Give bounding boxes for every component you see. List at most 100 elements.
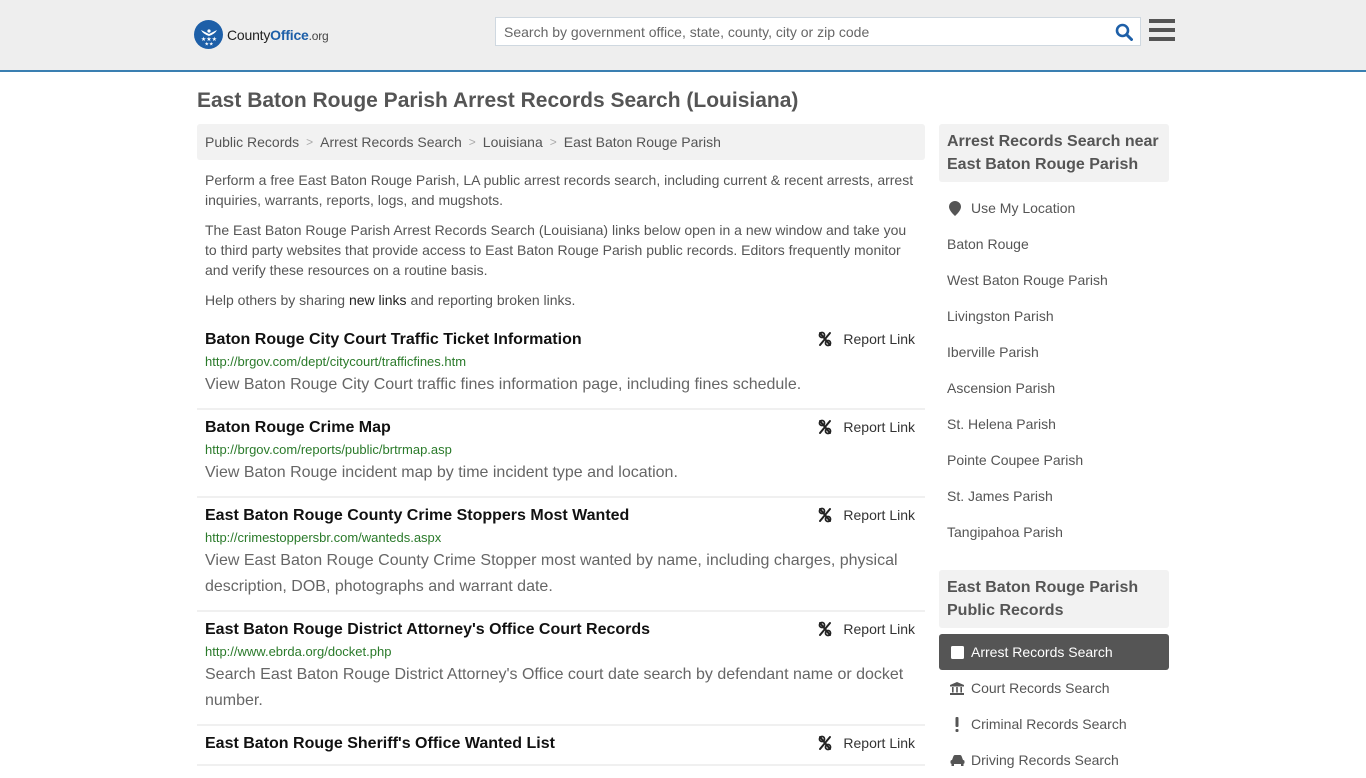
intro-p3-text: Help others by sharing bbox=[205, 292, 349, 308]
report-link-button[interactable]: Report Link bbox=[817, 331, 915, 347]
nearby-link-st-james[interactable]: St. James Parish bbox=[947, 488, 1053, 504]
use-my-location-link[interactable]: Use My Location bbox=[971, 200, 1075, 216]
nearby-item: Ascension Parish bbox=[939, 370, 1169, 406]
result-item: East Baton Rouge Sheriff's Office Wanted… bbox=[197, 726, 925, 766]
arrest-records-link[interactable]: Arrest Records Search bbox=[971, 644, 1113, 660]
court-records-link[interactable]: Court Records Search bbox=[971, 680, 1110, 696]
logo-text-suffix: .org bbox=[308, 28, 329, 43]
breadcrumb-separator-icon: > bbox=[549, 135, 557, 149]
nearby-item: Iberville Parish bbox=[939, 334, 1169, 370]
logo-text-accent: Office bbox=[270, 26, 309, 43]
nearby-list: Use My Location Baton Rouge West Baton R… bbox=[939, 182, 1169, 550]
search-input[interactable] bbox=[496, 18, 1108, 45]
report-link-label: Report Link bbox=[843, 735, 915, 751]
public-record-item-court: Court Records Search bbox=[939, 670, 1169, 706]
result-description: View East Baton Rouge County Crime Stopp… bbox=[205, 552, 898, 595]
hamburger-menu-icon[interactable] bbox=[1149, 19, 1175, 43]
nearby-item: Tangipahoa Parish bbox=[939, 514, 1169, 550]
exclamation-icon bbox=[949, 716, 965, 732]
nearby-link-livingston[interactable]: Livingston Parish bbox=[947, 308, 1054, 324]
nearby-link-west-baton-rouge[interactable]: West Baton Rouge Parish bbox=[947, 272, 1108, 288]
nearby-link-pointe-coupee[interactable]: Pointe Coupee Parish bbox=[947, 452, 1083, 468]
result-title-link[interactable]: Baton Rouge City Court Traffic Ticket In… bbox=[205, 330, 582, 350]
breadcrumb-public-records[interactable]: Public Records bbox=[205, 134, 299, 150]
breadcrumb-east-baton-rouge[interactable]: East Baton Rouge Parish bbox=[564, 134, 721, 150]
broken-link-icon bbox=[819, 331, 832, 347]
report-link-label: Report Link bbox=[843, 621, 915, 637]
intro-p3-text-end: and reporting broken links. bbox=[406, 292, 576, 308]
intro-paragraph-3: Help others by sharing new links and rep… bbox=[205, 290, 917, 310]
logo-text: CountyOffice.org bbox=[227, 27, 329, 43]
site-header: ★★★ ★★ CountyOffice.org bbox=[0, 0, 1366, 72]
breadcrumb-separator-icon: > bbox=[306, 135, 314, 149]
criminal-records-link[interactable]: Criminal Records Search bbox=[971, 716, 1127, 732]
svg-text:★★: ★★ bbox=[204, 41, 213, 46]
nearby-link-iberville[interactable]: Iberville Parish bbox=[947, 344, 1039, 360]
square-icon bbox=[949, 645, 965, 659]
report-link-label: Report Link bbox=[843, 507, 915, 523]
broken-link-icon bbox=[819, 419, 832, 435]
report-link-button[interactable]: Report Link bbox=[817, 621, 915, 637]
driving-records-link[interactable]: Driving Records Search bbox=[971, 752, 1119, 768]
nearby-item: St. Helena Parish bbox=[939, 406, 1169, 442]
eagle-stars-icon: ★★★ ★★ bbox=[194, 20, 223, 49]
search-icon bbox=[1115, 23, 1133, 41]
broken-link-icon bbox=[819, 735, 832, 751]
intro-paragraph-2: The East Baton Rouge Parish Arrest Recor… bbox=[205, 222, 907, 278]
result-url: http://brgov.com/dept/citycourt/trafficf… bbox=[205, 354, 467, 369]
result-url: http://crimestoppersbr.com/wanteds.aspx bbox=[205, 530, 442, 545]
result-title-link[interactable]: East Baton Rouge District Attorney's Off… bbox=[205, 620, 650, 640]
nearby-link-tangipahoa[interactable]: Tangipahoa Parish bbox=[947, 524, 1063, 540]
nearby-link-st-helena[interactable]: St. Helena Parish bbox=[947, 416, 1056, 432]
result-title-link[interactable]: Baton Rouge Crime Map bbox=[205, 418, 391, 438]
nearby-item: Pointe Coupee Parish bbox=[939, 442, 1169, 478]
map-marker-icon bbox=[947, 200, 963, 216]
use-my-location-item: Use My Location bbox=[939, 190, 1169, 226]
car-icon bbox=[949, 754, 965, 766]
broken-link-icon bbox=[819, 621, 832, 637]
search-bar bbox=[495, 17, 1141, 46]
report-link-label: Report Link bbox=[843, 331, 915, 347]
nearby-item: St. James Parish bbox=[939, 478, 1169, 514]
result-url: http://www.ebrda.org/docket.php bbox=[205, 644, 392, 659]
site-logo[interactable]: ★★★ ★★ CountyOffice.org bbox=[194, 20, 329, 49]
nearby-link-ascension[interactable]: Ascension Parish bbox=[947, 380, 1055, 396]
breadcrumb: Public Records > Arrest Records Search >… bbox=[197, 124, 925, 160]
result-item: Baton Rouge City Court Traffic Ticket In… bbox=[197, 322, 925, 410]
result-description: Search East Baton Rouge District Attorne… bbox=[205, 666, 904, 709]
intro-text: Perform a free East Baton Rouge Parish, … bbox=[197, 170, 925, 310]
courthouse-icon bbox=[949, 681, 965, 695]
intro-paragraph-1: Perform a free East Baton Rouge Parish, … bbox=[205, 172, 914, 208]
report-link-button[interactable]: Report Link bbox=[817, 419, 915, 435]
broken-link-icon bbox=[819, 507, 832, 523]
page-title: East Baton Rouge Parish Arrest Records S… bbox=[197, 89, 799, 112]
nearby-link-baton-rouge[interactable]: Baton Rouge bbox=[947, 236, 1029, 252]
report-link-button[interactable]: Report Link bbox=[817, 507, 915, 523]
result-description: View Baton Rouge City Court traffic fine… bbox=[205, 376, 802, 393]
breadcrumb-arrest-records[interactable]: Arrest Records Search bbox=[320, 134, 462, 150]
sidebar: Arrest Records Search near East Baton Ro… bbox=[939, 124, 1169, 778]
nearby-item: Baton Rouge bbox=[939, 226, 1169, 262]
public-records-heading: East Baton Rouge Parish Public Records bbox=[939, 570, 1169, 628]
report-link-button[interactable]: Report Link bbox=[817, 735, 915, 751]
report-link-label: Report Link bbox=[843, 419, 915, 435]
breadcrumb-separator-icon: > bbox=[468, 135, 476, 149]
logo-text-main: County bbox=[227, 26, 271, 43]
result-url: http://brgov.com/reports/public/brtrmap.… bbox=[205, 442, 452, 457]
result-item: East Baton Rouge County Crime Stoppers M… bbox=[197, 498, 925, 612]
result-title-link[interactable]: East Baton Rouge Sheriff's Office Wanted… bbox=[205, 734, 555, 754]
new-links-link[interactable]: new links bbox=[349, 292, 407, 308]
search-button[interactable] bbox=[1108, 18, 1140, 45]
nearby-heading: Arrest Records Search near East Baton Ro… bbox=[939, 124, 1169, 182]
result-item: Baton Rouge Crime Map http://brgov.com/r… bbox=[197, 410, 925, 498]
main-content: Public Records > Arrest Records Search >… bbox=[197, 124, 925, 766]
result-description: View Baton Rouge incident map by time in… bbox=[205, 464, 678, 481]
nearby-item: West Baton Rouge Parish bbox=[939, 262, 1169, 298]
public-records-list: Arrest Records Search Court Records Sear… bbox=[939, 628, 1169, 778]
public-record-item-driving: Driving Records Search bbox=[939, 742, 1169, 778]
public-record-item-arrest: Arrest Records Search bbox=[939, 634, 1169, 670]
breadcrumb-louisiana[interactable]: Louisiana bbox=[483, 134, 543, 150]
results-list: Baton Rouge City Court Traffic Ticket In… bbox=[197, 322, 925, 766]
result-title-link[interactable]: East Baton Rouge County Crime Stoppers M… bbox=[205, 506, 629, 526]
result-item: East Baton Rouge District Attorney's Off… bbox=[197, 612, 925, 726]
